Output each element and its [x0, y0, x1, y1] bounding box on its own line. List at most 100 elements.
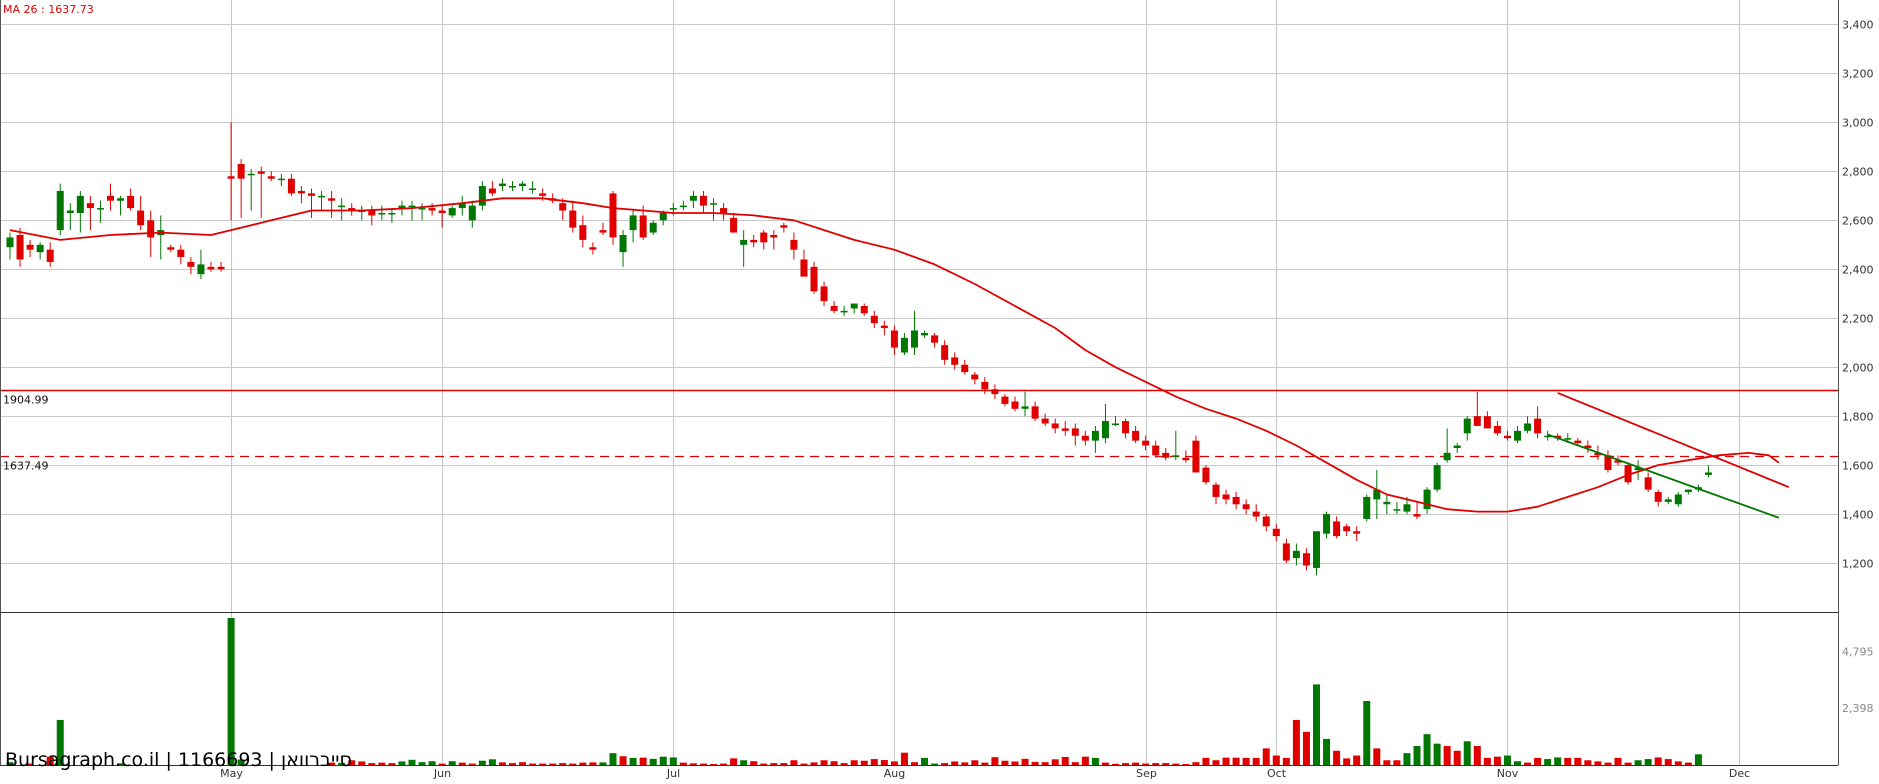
volume-bar [760, 763, 768, 765]
price-tick-label: 2,200 [1842, 313, 1874, 326]
price-tick-label: 2,000 [1842, 362, 1874, 375]
volume-bar [740, 760, 748, 765]
volume-bar [589, 762, 597, 765]
candle-body [730, 217, 738, 233]
volume-bar [1514, 761, 1521, 765]
candle-body [197, 264, 205, 275]
month-tick-label: Jun [433, 767, 451, 780]
candle-body [1423, 489, 1431, 510]
volume-bar [1051, 759, 1059, 765]
volume-bar [890, 761, 898, 765]
candle-body [1483, 416, 1491, 429]
volume-bar [840, 763, 848, 765]
volume-bar [699, 763, 707, 765]
candle-body [1323, 514, 1331, 534]
candle-body [1363, 496, 1371, 519]
candle-body [1272, 528, 1280, 537]
candle-body [559, 203, 567, 211]
candle-body [810, 266, 818, 292]
candle-body [1524, 423, 1532, 431]
volume-bar [921, 757, 929, 765]
candle-body [1051, 423, 1059, 429]
volume-bar [991, 757, 999, 765]
candle-body [328, 198, 336, 201]
candle-body [1021, 406, 1029, 409]
candle-body [127, 195, 135, 209]
candle-body [478, 186, 486, 206]
candle-body [137, 210, 145, 226]
candle-body [1393, 509, 1401, 511]
candle-body [1252, 511, 1260, 517]
candle-body [1313, 531, 1320, 568]
candle-body [36, 244, 44, 253]
candle-body [519, 183, 527, 187]
volume-bar [1413, 746, 1421, 765]
volume-bar [388, 763, 396, 765]
volume-bar [800, 763, 808, 765]
candle-body [1182, 457, 1190, 461]
candle-body [448, 208, 456, 216]
candle-body [368, 210, 376, 216]
volume-bar [1463, 741, 1471, 765]
candle-body [468, 205, 476, 221]
candle-body [921, 332, 929, 336]
candle-body [187, 261, 195, 267]
price-tick-label: 2,800 [1842, 166, 1874, 179]
candle-body [96, 208, 104, 210]
volume-bar [780, 763, 788, 765]
volume-bar [790, 760, 798, 765]
volume-bar [850, 760, 858, 765]
volume-bar [1453, 750, 1461, 765]
candle-body [900, 337, 908, 353]
price-tick-label: 2,400 [1842, 264, 1874, 277]
volume-bar [468, 763, 476, 765]
candle-body [207, 266, 215, 270]
volume-bar [931, 763, 939, 765]
candle-body [1453, 445, 1461, 448]
candle-body [1674, 494, 1682, 505]
candle-body [56, 190, 64, 231]
candle-body [830, 306, 838, 311]
candle-body [800, 259, 808, 277]
candle-body [840, 310, 848, 313]
candle-body [1172, 455, 1180, 457]
candle-body [378, 212, 386, 215]
volume-bar [1091, 757, 1099, 765]
candle-body [961, 364, 969, 373]
volume-bar [730, 758, 738, 765]
volume-bar [1473, 746, 1481, 765]
candle-body [679, 205, 687, 208]
volume-bar [1544, 759, 1552, 765]
volume-bar [1493, 756, 1501, 765]
volume-bar [1694, 754, 1702, 765]
candle-body [529, 188, 537, 190]
candle-body [277, 178, 285, 181]
volume-bar [478, 760, 486, 765]
candle-body [1162, 452, 1170, 458]
volume-bar [509, 763, 516, 765]
volume-bar [378, 762, 386, 765]
volume-bar [1614, 757, 1622, 765]
candle-body [1222, 494, 1230, 500]
candlestick [1363, 494, 1371, 522]
candle-body [388, 212, 396, 215]
candle-body [147, 220, 155, 238]
volume-bar [1534, 757, 1542, 765]
volume-tick-label: 2,398 [1842, 702, 1874, 715]
volume-bar [1433, 743, 1441, 765]
candle-body [308, 193, 315, 196]
volume-bar [1323, 738, 1331, 765]
candle-body [498, 183, 506, 187]
volume-bar [649, 758, 657, 765]
candle-body [1242, 504, 1250, 510]
candle-body [911, 330, 918, 348]
price-tick-label: 3,000 [1842, 117, 1874, 130]
volume-bar [1373, 748, 1381, 765]
volume-bar [860, 760, 868, 765]
volume-bar [689, 763, 697, 765]
volume-bar [1664, 759, 1672, 765]
candle-body [237, 164, 245, 179]
candle-body [1644, 477, 1652, 490]
candle-body [1383, 501, 1391, 505]
volume-bar [1101, 762, 1109, 765]
